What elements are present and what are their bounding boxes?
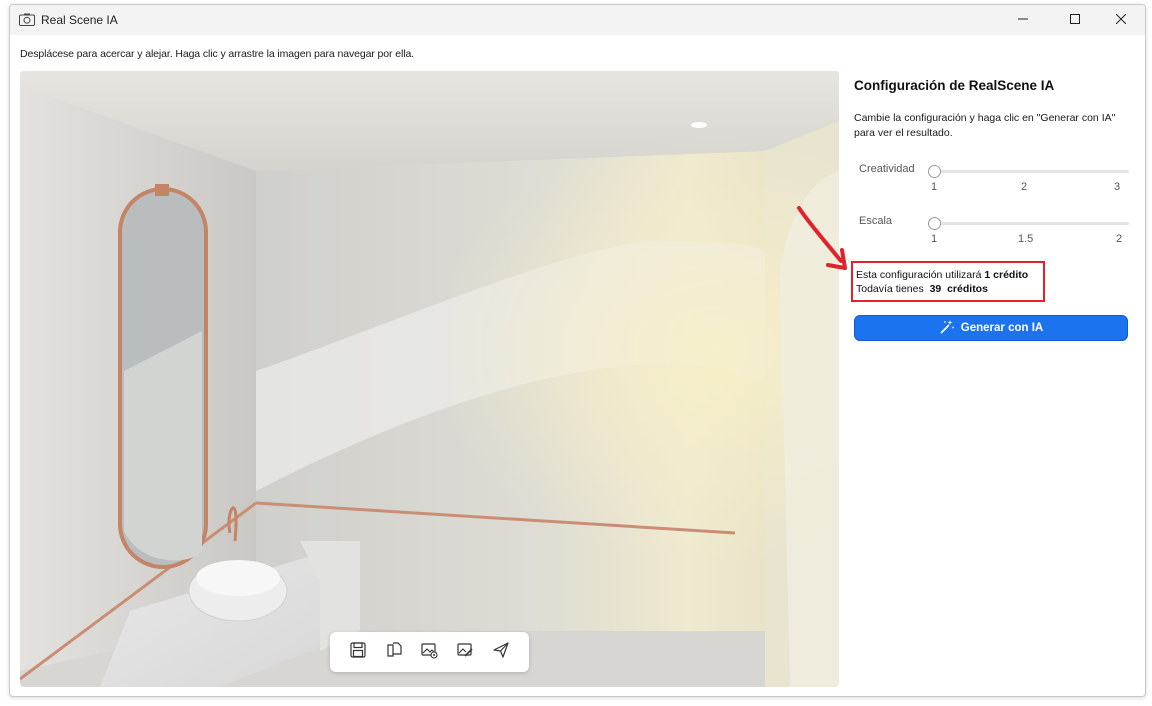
close-button[interactable] xyxy=(1098,5,1144,35)
copy-icon xyxy=(385,641,403,664)
creatividad-slider[interactable] xyxy=(928,165,1129,178)
creatividad-tick: 2 xyxy=(1021,181,1028,193)
escala-slider[interactable] xyxy=(928,217,1129,230)
window-title: Real Scene IA xyxy=(41,13,118,27)
credits-usage-text: Esta configuración utilizará xyxy=(856,269,982,281)
escala-tick: 1.5 xyxy=(1018,233,1034,245)
send-icon xyxy=(492,641,510,664)
settings-panel: Configuración de RealScene IA Cambie la … xyxy=(851,71,1134,671)
escala-slider-row: Escala 1 1.5 2 xyxy=(854,215,1134,255)
close-icon xyxy=(1115,11,1127,29)
credits-remaining-line: Todavía tienes 39 créditos xyxy=(856,283,988,295)
image-toolbar xyxy=(330,632,529,672)
credits-remaining-text: Todavía tienes xyxy=(856,283,924,295)
instruction-text: Desplácese para acercar y alejar. Haga c… xyxy=(20,48,415,60)
image-settings-icon xyxy=(420,641,439,664)
creatividad-tick: 1 xyxy=(931,181,938,193)
image-edit-button[interactable] xyxy=(453,640,477,664)
save-button[interactable] xyxy=(346,640,370,664)
app-window: Real Scene IA Desplácese para acercar y … xyxy=(9,4,1146,697)
credits-usage-line: Esta configuración utilizará 1 crédito xyxy=(856,269,1028,281)
save-icon xyxy=(349,641,367,664)
maximize-icon xyxy=(1070,11,1080,29)
generate-with-ai-button[interactable]: Generar con IA xyxy=(854,315,1128,341)
generate-button-label: Generar con IA xyxy=(960,322,1044,334)
credits-remaining-unit: créditos xyxy=(947,283,988,295)
credits-usage-amount: 1 crédito xyxy=(984,269,1029,281)
escala-slider-thumb[interactable] xyxy=(928,217,941,230)
creatividad-tick: 3 xyxy=(1114,181,1121,193)
creatividad-slider-thumb[interactable] xyxy=(928,165,941,178)
magic-wand-icon xyxy=(939,319,955,338)
escala-tick: 2 xyxy=(1116,233,1123,245)
creatividad-label: Creatividad xyxy=(859,163,915,175)
maximize-button[interactable] xyxy=(1052,5,1098,35)
panel-title: Configuración de RealScene IA xyxy=(854,78,1055,93)
minimize-button[interactable] xyxy=(1000,5,1046,35)
title-bar: Real Scene IA xyxy=(10,5,1145,35)
camera-icon xyxy=(19,13,35,26)
red-arrow-annotation xyxy=(797,206,847,270)
credits-highlight-box: Esta configuración utilizará 1 crédito T… xyxy=(851,261,1045,302)
send-button[interactable] xyxy=(489,640,513,664)
creatividad-slider-row: Creatividad 1 2 3 xyxy=(854,163,1134,203)
panel-description: Cambie la configuración y haga clic en "… xyxy=(854,112,1116,139)
bathroom-render-image[interactable] xyxy=(20,71,839,687)
image-settings-button[interactable] xyxy=(417,640,441,664)
credits-remaining-count: 39 xyxy=(929,283,942,295)
escala-tick: 1 xyxy=(931,233,938,245)
minimize-icon xyxy=(1018,11,1028,29)
copy-button[interactable] xyxy=(382,640,406,664)
image-edit-icon xyxy=(456,641,474,664)
render-image-viewer[interactable] xyxy=(20,71,839,687)
escala-label: Escala xyxy=(859,215,893,227)
